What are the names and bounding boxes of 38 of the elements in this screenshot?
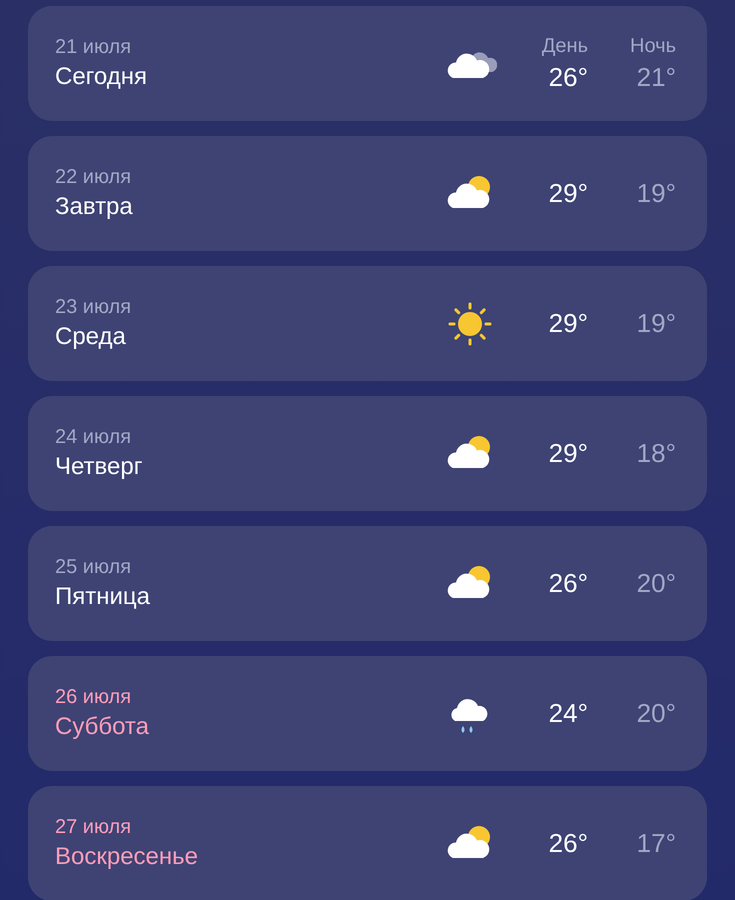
night-temperature: 20° <box>636 568 676 599</box>
day-temperature: 29° <box>548 308 588 339</box>
day-temperature: 29° <box>548 438 588 469</box>
date-label: 23 июля <box>55 296 132 319</box>
day-temperature: 26° <box>548 62 588 92</box>
day-temperature: 29° <box>548 178 588 209</box>
date-label: 25 июля <box>55 556 132 579</box>
night-temperature: 18° <box>636 438 676 469</box>
night-temperature: 17° <box>636 828 676 859</box>
night-temperature: 20° <box>636 698 676 729</box>
night-temperature: 21° <box>636 62 676 92</box>
day-name: Воскресенье <box>55 843 200 871</box>
day-header: День <box>542 34 588 58</box>
day-temperature: 24° <box>548 698 588 729</box>
day-card[interactable]: 23 июля Среда 29° 19° <box>28 266 707 381</box>
day-name: Четверг <box>55 453 144 481</box>
date-label: 22 июля <box>55 166 132 189</box>
day-card[interactable]: 24 июля Четверг 29° 18° <box>28 396 707 511</box>
night-temperature: 19° <box>636 178 676 209</box>
day-name: Завтра <box>55 193 134 221</box>
day-name: Среда <box>55 323 127 351</box>
night-header: Ночь <box>630 34 676 58</box>
day-card[interactable]: 21 июля Сегодня День 26° Ночь 21° <box>28 6 707 121</box>
day-card[interactable]: 26 июля Суббота 24° 20° <box>28 656 707 771</box>
date-label: 24 июля <box>55 426 132 449</box>
day-name: Суббота <box>55 713 150 741</box>
day-card[interactable]: 25 июля Пятница 26° 20° <box>28 526 707 641</box>
date-label: 26 июля <box>55 686 132 709</box>
day-name: Сегодня <box>55 63 148 91</box>
day-card[interactable]: 22 июля Завтра 29° 19° <box>28 136 707 251</box>
sun-icon <box>447 300 493 346</box>
day-card[interactable]: 27 июля Воскресенье 26° 17° <box>28 786 707 900</box>
date-label: 21 июля <box>55 36 132 59</box>
day-temperature: 26° <box>548 828 588 859</box>
day-temperature: 26° <box>548 568 588 599</box>
day-name: Пятница <box>55 583 151 611</box>
date-label: 27 июля <box>55 816 132 839</box>
night-temperature: 19° <box>636 308 676 339</box>
